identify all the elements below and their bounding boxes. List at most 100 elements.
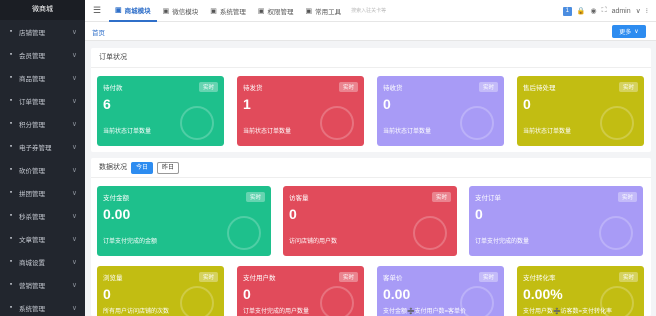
chevron-down-icon: ∨ xyxy=(71,258,77,266)
sidebar-item[interactable]: ▪ 订单管理 ∨ xyxy=(0,89,85,112)
top-nav-label: 权限管理 xyxy=(267,8,294,16)
top-nav-item[interactable]: ▣ 常用工具 xyxy=(300,0,348,22)
sidebar-item-label: 会员管理 xyxy=(19,52,45,60)
sidebar-item[interactable]: ▪ 商城设置 ∨ xyxy=(0,250,85,273)
yesterday-button[interactable]: 昨日 xyxy=(157,161,180,174)
stat-card[interactable]: 支付用户数 实时 0 订单支付完成的用户数量 xyxy=(237,266,364,316)
stat-card-value: 0.00% xyxy=(523,286,563,302)
stat-card[interactable]: 客单价 实时 0.00 支付金额➗支付用户数=客单价 xyxy=(377,266,504,316)
top-header: ☰ ▣ 商城模块 ▣ 微信模块 ▣ 系统管理 ▣ 权限管理 ▣ 常用工具 搜索入驻关卡等 1 🔒 … xyxy=(85,0,656,22)
chevron-down-icon: ∨ xyxy=(71,235,77,243)
top-nav-item[interactable]: ▣ 微信模块 xyxy=(157,0,205,22)
lock-icon[interactable]: 🔒 xyxy=(577,7,586,15)
sidebar-item[interactable]: ▪ 积分管理 ∨ xyxy=(0,112,85,135)
watermark-icon xyxy=(320,286,354,316)
stat-card-description: 当前状态订单数量 xyxy=(103,129,152,135)
stat-card[interactable]: 售后待处理 实时 0 当前状态订单数量 xyxy=(517,76,644,146)
realtime-badge: 实时 xyxy=(617,192,637,202)
stat-card-value: 0 xyxy=(243,286,251,302)
flash-sale-icon: ▪ xyxy=(9,212,13,219)
app-title: 微商城 xyxy=(0,0,85,20)
stat-card-title: 访客量 xyxy=(289,195,309,202)
stat-card-description: 当前状态订单数量 xyxy=(523,129,572,135)
stat-card-description: 订单支付完成的金额 xyxy=(103,239,158,245)
stat-card-description: 支付用户数➗访客数=支付转化率 xyxy=(523,309,612,315)
user-chevron-icon[interactable]: ∨ xyxy=(636,7,641,15)
realtime-badge: 实时 xyxy=(198,82,218,92)
stat-card[interactable]: 浏览量 实时 0 所有用户访问店铺的次数 xyxy=(97,266,224,316)
more-button-label: 更多 xyxy=(619,30,632,36)
module-icon: ▣ xyxy=(305,7,313,15)
watermark-icon xyxy=(413,216,447,250)
order-status-title: 订单状况 xyxy=(91,48,651,68)
stat-card[interactable]: 待付款 实时 6 当前状态订单数量 xyxy=(97,76,224,146)
sidebar: 微商城 ▪ 店铺管理 ∨ ▪ 会员管理 ∨ ▪ 商品管理 ∨ ▪ 订单管理 ∨ ▪ 积分管理 ∨ ▪ 电子券管理… xyxy=(0,0,85,316)
watermark-icon xyxy=(600,106,634,140)
today-button[interactable]: 今日 xyxy=(131,161,154,174)
realtime-badge: 实时 xyxy=(198,272,218,282)
chevron-down-icon: ∨ xyxy=(71,28,77,36)
stat-card-description: 订单支付完成的用户数量 xyxy=(243,309,310,315)
fullscreen-icon[interactable]: ⛶ xyxy=(602,7,607,15)
stat-card-description: 支付金额➗支付用户数=客单价 xyxy=(383,309,466,315)
chevron-down-icon: ∨ xyxy=(71,304,77,312)
stat-card[interactable]: 支付转化率 实时 0.00% 支付用户数➗访客数=支付转化率 xyxy=(517,266,644,316)
chevron-down-icon: ∨ xyxy=(71,120,77,128)
menu-toggle-icon[interactable]: ☰ xyxy=(93,5,109,16)
stat-card-title: 售后待处理 xyxy=(523,85,556,92)
sidebar-item[interactable]: ▪ 秒杀管理 ∨ xyxy=(0,204,85,227)
data-status-panel: 数据状况 今日 昨日 支付金额 实时 0.00 订单支付完成的金额 访客量 实时 0 访问店铺… xyxy=(91,158,651,316)
module-icon: ▣ xyxy=(210,7,217,15)
sidebar-item[interactable]: ▪ 商品管理 ∨ xyxy=(0,66,85,89)
watermark-icon xyxy=(600,286,634,316)
coupon-icon: ▪ xyxy=(9,143,13,150)
settings-icon[interactable]: ⁝ xyxy=(646,7,648,15)
order-status-panel: 订单状况 待付款 实时 6 当前状态订单数量 待发货 实时 1 当前状态订单数量 待收货 实时 0 当… xyxy=(91,48,651,152)
top-nav-label: 系统管理 xyxy=(219,8,246,16)
sidebar-item[interactable]: ▪ 营销管理 ∨ xyxy=(0,273,85,296)
stat-card[interactable]: 待收货 实时 0 当前状态订单数量 xyxy=(377,76,504,146)
tab-home[interactable]: 首页 xyxy=(92,27,105,37)
sidebar-item[interactable]: ▪ 砍价管理 ∨ xyxy=(0,158,85,181)
sidebar-item-label: 秒杀管理 xyxy=(19,213,45,221)
sidebar-item[interactable]: ▪ 系统管理 ∨ xyxy=(0,296,85,316)
stat-card[interactable]: 访客量 实时 0 访问店铺的用户数 xyxy=(283,186,457,256)
stat-card-title: 待发货 xyxy=(243,85,263,92)
realtime-badge: 实时 xyxy=(245,192,265,202)
notification-badge[interactable]: 1 xyxy=(562,6,572,16)
more-button[interactable]: 更多 ∨ xyxy=(612,25,646,38)
stat-card[interactable]: 支付金额 实时 0.00 订单支付完成的金额 xyxy=(97,186,271,256)
watermark-icon xyxy=(180,286,214,316)
chevron-down-icon: ∨ xyxy=(71,281,77,289)
stat-card[interactable]: 支付订单 实时 0 订单支付完成的数量 xyxy=(469,186,643,256)
sidebar-item[interactable]: ▪ 电子券管理 ∨ xyxy=(0,135,85,158)
stat-card-title: 待收货 xyxy=(383,85,403,92)
sidebar-item-label: 店铺管理 xyxy=(19,29,45,37)
view-icon[interactable]: ◉ xyxy=(591,7,597,15)
user-name[interactable]: admin xyxy=(612,8,631,15)
stat-card-value: 0.00 xyxy=(383,286,411,302)
sidebar-item[interactable]: ▪ 会员管理 ∨ xyxy=(0,43,85,66)
stat-card-description: 当前状态订单数量 xyxy=(243,129,292,135)
sidebar-item-label: 系统管理 xyxy=(19,305,45,313)
order-status-title-text: 订单状况 xyxy=(99,53,127,61)
store-icon: ▪ xyxy=(9,28,13,35)
watermark-icon xyxy=(599,216,633,250)
realtime-badge: 实时 xyxy=(338,272,358,282)
sidebar-item-label: 砍价管理 xyxy=(19,167,45,175)
stat-card[interactable]: 待发货 实时 1 当前状态订单数量 xyxy=(237,76,364,146)
sidebar-item[interactable]: ▪ 拼团管理 ∨ xyxy=(0,181,85,204)
sidebar-item[interactable]: ▪ 文章管理 ∨ xyxy=(0,227,85,250)
stat-card-value: 0.00 xyxy=(103,206,131,222)
module-icon: ▣ xyxy=(162,7,170,15)
watermark-icon xyxy=(227,216,261,250)
sidebar-item[interactable]: ▪ 店铺管理 ∨ xyxy=(0,20,85,43)
stat-card-description: 订单支付完成的数量 xyxy=(475,239,530,245)
sidebar-item-label: 电子券管理 xyxy=(19,144,52,152)
top-nav-item[interactable]: ▣ 系统管理 xyxy=(204,0,252,22)
data-status-title-text: 数据状况 xyxy=(99,163,127,171)
top-nav-item[interactable]: ▣ 商城模块 xyxy=(109,0,157,22)
top-nav-item[interactable]: ▣ 权限管理 xyxy=(252,0,300,22)
search-hint[interactable]: 搜索入驻关卡等 xyxy=(351,7,386,14)
stat-card-title: 客单价 xyxy=(383,275,403,282)
